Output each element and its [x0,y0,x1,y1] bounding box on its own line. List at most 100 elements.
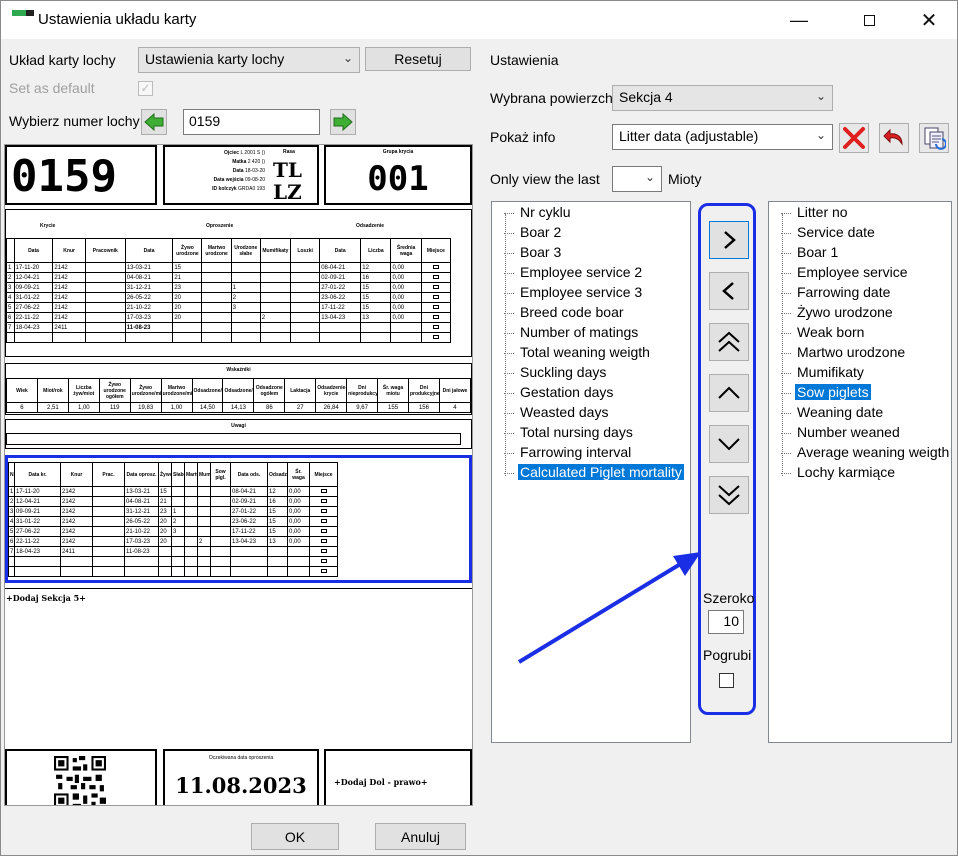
section-4-header: Martw. [184,462,198,487]
list-item-label: Mumifikaty [797,364,864,380]
list-item[interactable]: Suckling days [504,364,608,384]
farrow-date-cell: 17-03-23 [124,312,174,323]
indicator-value: 119 [98,402,131,413]
list-item[interactable]: Boar 2 [504,224,563,244]
move-top-button[interactable] [709,323,749,361]
list-item[interactable]: Mumifikaty [781,364,866,384]
move-up-button[interactable] [709,374,749,412]
prev-sow-button[interactable] [141,109,167,135]
due-date-box[interactable]: Oczekiwana data oproszenia 11.08.2023 [163,749,319,805]
checkbox-icon [320,488,327,493]
list-item[interactable]: Employee service 2 [504,264,644,284]
list-item[interactable]: Gestation days [504,384,615,404]
list-item[interactable]: Weak born [781,324,866,344]
width-input[interactable]: 10 [708,610,744,634]
cancel-button[interactable]: Anuluj [375,823,466,850]
reset-button[interactable]: Resetuj [365,47,471,71]
section-4-header: Knur [60,462,93,487]
select-sow-label: Wybierz numer lochy [9,113,140,129]
qr-box[interactable] [5,749,157,805]
list-item[interactable]: Average weaning weigth [781,444,951,464]
copy-button[interactable] [919,123,949,153]
indicator-header: Odsadzone/miot [191,378,224,403]
list-item[interactable]: Total nursing days [504,424,635,444]
list-item[interactable]: Sow piglets [781,384,871,404]
wean-date-cell: 23-06-22 [319,292,362,303]
close-icon[interactable]: ✕ [906,1,952,39]
section-4-cell [92,526,125,537]
notes-section[interactable]: Uwagi [5,419,472,449]
list-item-label: Average weaning weigth [797,444,950,460]
live-cell: 20 [172,292,203,303]
list-item[interactable]: Weasted days [504,404,610,424]
list-item[interactable]: Weaning date [781,404,885,424]
list-item[interactable]: Boar 1 [781,244,840,264]
minimize-icon[interactable]: — [776,1,822,39]
list-item[interactable]: Total weaning weigth [504,344,652,364]
surface-combo[interactable]: Sekcja 4 ⌄ [612,85,833,111]
indicator-header: Martwo urodzone/miot [160,378,193,403]
list-item[interactable]: Farrowing interval [504,444,633,464]
list-item[interactable]: Employee service 3 [504,284,644,304]
list-item[interactable]: Number of matings [504,324,640,344]
place-cell [309,546,338,557]
show-info-combo[interactable]: Litter data (adjustable) ⌄ [612,124,833,150]
sow-number-box[interactable]: 0159 [5,145,157,205]
nurse-cell [290,262,321,273]
section-4-cell: 2411 [60,546,93,557]
table-row [8,556,338,567]
last-combo[interactable]: ⌄ [612,166,662,192]
list-item[interactable]: Nr cyklu [504,204,573,224]
section-4-header: Data kr. [14,462,61,487]
section-5[interactable]: +Dodaj Sekcja 5+ [5,588,472,744]
maximize-icon[interactable] [846,1,892,39]
move-bottom-button[interactable] [709,476,749,514]
chevron-down-icon [718,438,740,451]
list-item[interactable]: Breed code boar [504,304,626,324]
ok-button[interactable]: OK [251,823,339,850]
move-down-button[interactable] [709,425,749,463]
list-item[interactable]: Number weaned [781,424,902,444]
avg-weight-cell: 0,00 [390,262,422,273]
list-item[interactable]: Employee service [781,264,910,284]
list-item[interactable]: Calculated Piglet mortality [504,464,684,484]
worker-cell [84,302,126,313]
list-item[interactable]: Żywo urodzone [781,304,895,324]
list-item[interactable]: Lochy karmiące [781,464,897,484]
default-checkbox[interactable]: ✓ [138,81,153,96]
next-sow-button[interactable] [330,109,356,135]
list-item[interactable]: Service date [781,224,877,244]
bold-checkbox[interactable] [719,673,734,688]
move-left-button[interactable] [709,272,749,310]
sow-number-input[interactable]: 0159 [183,109,320,135]
list-item-label: Weak born [797,324,865,340]
indicator-header: Śr. waga miotu [377,378,409,403]
move-right-button[interactable] [709,221,749,259]
list-item[interactable]: Boar 3 [504,244,563,264]
list-item[interactable]: Litter no [781,204,850,224]
section-4-cell: 02-09-21 [230,496,268,507]
avg-weight-cell [390,322,422,333]
layout-combo[interactable]: Ustawienia karty lochy ⌄ [138,47,360,73]
table-row: 6 22-11-22 2142 17-03-23 20 2 13-04-23 13 0,00 [8,536,338,547]
hdr-live: Żywo urodzone [172,238,203,263]
section-1-history[interactable]: Krycie Oproszenie Odsadzenie Data Knur P… [5,209,472,357]
undo-button[interactable] [879,123,909,153]
list-item[interactable]: Martwo urodzone [781,344,907,364]
arrow-left-icon [144,112,164,132]
dead-cell [201,282,232,293]
indicator-header: Odsadzone ogółem [253,378,286,403]
delete-button[interactable] [839,123,869,153]
row-number-cell: 6 [6,312,15,323]
due-date-value: 11.08.2023 [175,773,307,798]
section-4-cell [92,536,125,547]
list-item[interactable]: Farrowing date [781,284,892,304]
sow-info-box[interactable]: Ojciec L 2001 S () Matka 2 420 () Data 1… [163,145,319,205]
group-box[interactable]: Grupa krycia 001 [324,145,472,205]
section-4-selected[interactable]: NrData kr.KnurPrac.Data oprosz.ŻywoSłabe… [5,455,472,583]
indicators-section[interactable]: Wskaźniki Wiek Miot/rok Liczba żyw/miot Żyw… [5,363,472,415]
section-4-cell: 20 [158,536,172,547]
selected-fields-list[interactable]: Litter no Service date Boar 1 Employee serv… [768,201,952,743]
settings-label: Ustawienia [490,52,559,68]
bottom-right-box[interactable]: +Dodaj Dol - prawo+ [324,749,472,805]
